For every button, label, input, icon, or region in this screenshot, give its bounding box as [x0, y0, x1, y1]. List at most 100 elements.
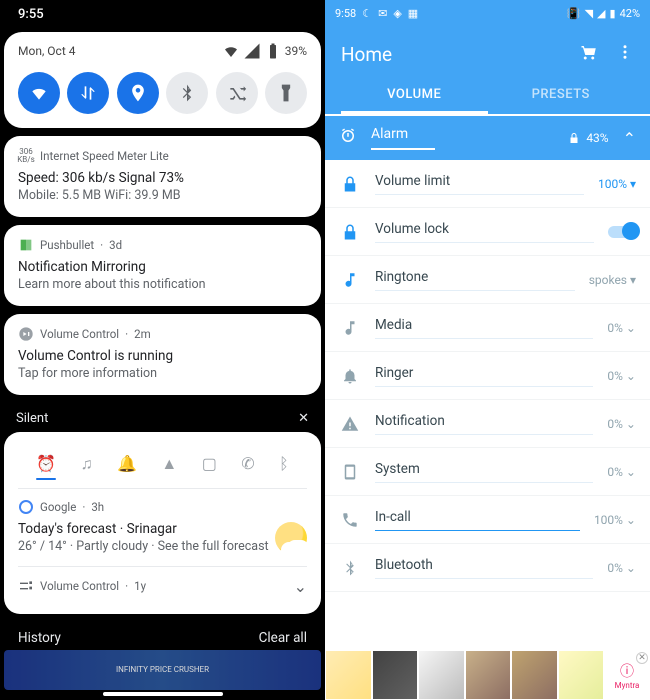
- ad-banner[interactable]: INFINITY PRICE CRUSHER: [4, 650, 321, 690]
- moon-icon: ☾: [362, 7, 372, 20]
- vc-alert-icon[interactable]: ▲: [161, 454, 177, 474]
- battery-text: 42%: [620, 7, 640, 20]
- volume-row-notification[interactable]: Notification0% ⌄: [325, 400, 650, 448]
- volume-row-ringer[interactable]: Ringer0% ⌄: [325, 352, 650, 400]
- right-phone: 9:58 ☾ ✉ ◈ ▦ 📳 ◥ ◢ ▮ 42% Home: [325, 0, 650, 700]
- cart-icon[interactable]: [580, 43, 598, 65]
- notif-title: Notification Mirroring: [18, 259, 307, 275]
- notification-card[interactable]: Volume Control·2mVolume Control is runni…: [4, 314, 321, 395]
- alert-icon: [339, 415, 361, 433]
- qs-location-button[interactable]: [117, 72, 159, 114]
- panel-status-icons: 39%: [222, 42, 307, 60]
- ad-close-icon[interactable]: ✕: [636, 652, 648, 664]
- row-label: In-call: [375, 509, 580, 531]
- bluetooth-icon: [339, 559, 361, 577]
- vc-bluetooth-icon[interactable]: ᛒ: [279, 454, 289, 474]
- row-label: Volume limit: [375, 173, 584, 195]
- chevron-down-icon[interactable]: ⌄: [294, 577, 307, 596]
- slider-icon: [18, 578, 34, 594]
- notif-body: Learn more about this notification: [18, 277, 307, 294]
- qs-shuffle-button[interactable]: [216, 72, 258, 114]
- volume-row-volume-limit[interactable]: Volume limit100% ▾: [325, 160, 650, 208]
- battery-icon: ▮: [610, 7, 616, 20]
- silent-label: Silent: [16, 411, 48, 426]
- chevron-up-icon[interactable]: ⌃: [623, 129, 636, 148]
- status-time: 9:58: [335, 7, 356, 20]
- ad-brand[interactable]: ✕ ⓘ Myntra: [604, 650, 650, 700]
- more-icon[interactable]: [616, 43, 634, 65]
- google-icon: [18, 499, 34, 515]
- qs-data-button[interactable]: [67, 72, 109, 114]
- volume-row-in-call[interactable]: In-call100% ⌄: [325, 496, 650, 544]
- row-value: spokes ▾: [589, 273, 636, 287]
- qs-bluetooth-button[interactable]: [166, 72, 208, 114]
- left-phone: 9:55 Mon, Oct 4 39% 306KB/sInternet Spee…: [0, 0, 325, 700]
- vibrate-icon: 📳: [567, 7, 581, 20]
- panel-date: Mon, Oct 4: [18, 44, 75, 58]
- row-label: Bluetooth: [375, 557, 593, 579]
- notif-body: Tap for more information: [18, 366, 307, 383]
- alarm-label: Alarm: [371, 126, 554, 150]
- page-title: Home: [341, 43, 392, 66]
- vc-music-icon[interactable]: ♫: [81, 454, 93, 474]
- battery-icon: [264, 42, 282, 60]
- vc-alarm-icon[interactable]: ⏰: [36, 454, 56, 474]
- lock-icon: [339, 223, 361, 241]
- wifi-icon: [222, 42, 240, 60]
- qs-flashlight-button[interactable]: [265, 72, 307, 114]
- volume-row-bluetooth[interactable]: Bluetooth 0% ⌄: [325, 544, 650, 592]
- notif-title: Volume Control is running: [18, 348, 307, 364]
- status-bar: 9:58 ☾ ✉ ◈ ▦ 📳 ◥ ◢ ▮ 42%: [325, 0, 650, 26]
- main-alarm-row[interactable]: Alarm 43% ⌃: [325, 116, 650, 160]
- close-icon[interactable]: ✕: [298, 411, 309, 426]
- weather-time: 3h: [91, 500, 104, 514]
- notif-time: 2m: [134, 327, 151, 341]
- row-value: 0% ⌄: [607, 321, 636, 335]
- volume-row-media[interactable]: Media 0% ⌄: [325, 304, 650, 352]
- app-name: Volume Control: [40, 327, 119, 341]
- music-icon: [339, 319, 361, 337]
- vc-footer-app: Volume Control: [40, 579, 119, 593]
- volume-control-silent-card[interactable]: ⏰♫🔔▲▢✆ᛒ Google · 3h Today's forecast · S…: [4, 432, 321, 614]
- weather-title: Today's forecast · Srinagar: [18, 521, 269, 537]
- notification-card[interactable]: 306KB/sInternet Speed Meter LiteSpeed: 3…: [4, 136, 321, 217]
- app-icon: ▦: [408, 7, 418, 20]
- volume-row-ringtone[interactable]: Ringtonespokes ▾: [325, 256, 650, 304]
- tab-volume[interactable]: VOLUME: [341, 74, 488, 114]
- ad-banner[interactable]: ✕ ⓘ Myntra: [325, 650, 650, 700]
- notif-body: Mobile: 5.5 MB WiFi: 39.9 MB: [18, 188, 307, 205]
- row-label: Volume lock: [375, 221, 594, 243]
- clear-all-button[interactable]: Clear all: [259, 630, 307, 646]
- history-button[interactable]: History: [18, 630, 61, 646]
- alarm-value: 43%: [568, 131, 608, 145]
- call-icon: [339, 511, 361, 529]
- phone-icon: [339, 463, 361, 481]
- vc-call-icon[interactable]: ✆: [241, 454, 254, 474]
- vc-bell-icon[interactable]: 🔔: [117, 454, 137, 474]
- tab-presets[interactable]: PRESETS: [488, 74, 635, 114]
- app-icon: [18, 326, 34, 342]
- app-icon: 306KB/s: [18, 148, 34, 164]
- qs-wifi-button[interactable]: [18, 72, 60, 114]
- notif-time: 3d: [109, 238, 122, 252]
- music-icon: [339, 271, 361, 289]
- nav-handle[interactable]: [103, 692, 223, 696]
- vc-footer-time: 1y: [134, 579, 146, 593]
- volume-row-system[interactable]: System 0% ⌄: [325, 448, 650, 496]
- weather-app: Google: [40, 500, 76, 514]
- volume-row-volume-lock[interactable]: Volume lock: [325, 208, 650, 256]
- weather-body: 26° / 14° · Partly cloudy · See the full…: [18, 539, 269, 556]
- row-value: 0% ⌄: [607, 465, 636, 479]
- vc-phone-icon[interactable]: ▢: [202, 454, 217, 474]
- toggle-switch[interactable]: [608, 226, 636, 238]
- bell-icon: [339, 367, 361, 385]
- signal-icon: [243, 42, 261, 60]
- row-value: 0% ⌄: [607, 561, 636, 575]
- row-value: 0% ⌄: [607, 369, 636, 383]
- row-label: Media: [375, 317, 593, 339]
- notif-title: Speed: 306 kb/s Signal 73%: [18, 170, 307, 186]
- app-icon: [18, 237, 34, 253]
- alarm-icon: [339, 127, 357, 149]
- row-label: System: [375, 461, 593, 483]
- notification-card[interactable]: Pushbullet·3dNotification MirroringLearn…: [4, 225, 321, 306]
